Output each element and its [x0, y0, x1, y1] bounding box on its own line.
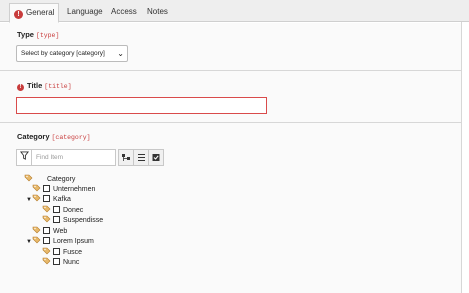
type-label-text: Type: [17, 30, 34, 39]
title-input[interactable]: [16, 97, 267, 114]
tree-root-label: Category: [46, 176, 76, 183]
type-select[interactable]: Select by category [category] ⌄: [16, 45, 128, 62]
tree-item-label: Web: [53, 228, 68, 235]
tree-root: Category: [24, 174, 75, 184]
type-select-value: Select by category [category]: [21, 50, 105, 57]
tab-access[interactable]: Access: [107, 3, 141, 22]
tab-access-label: Access: [111, 7, 137, 16]
tree-item-label: Nunc: [63, 259, 80, 266]
tab-language[interactable]: Language: [63, 3, 107, 22]
type-field-key: [type]: [35, 32, 60, 39]
tree-item-label: Suspendisse: [63, 217, 104, 224]
expand-all-button[interactable]: [118, 149, 134, 166]
category-icon: [42, 205, 51, 213]
tree-checkbox[interactable]: [43, 227, 50, 234]
tree-item-label: Donec: [63, 207, 84, 214]
category-icon: [32, 226, 41, 234]
error-icon: !: [17, 84, 24, 91]
tree-filter: Find Item: [16, 149, 116, 166]
category-icon: [32, 194, 41, 202]
category-icon: [32, 236, 41, 244]
tree-item-nunc[interactable]: Nunc: [42, 257, 79, 267]
title-field-key: [title]: [44, 83, 72, 90]
category-icon: [24, 174, 33, 182]
category-label-text: Category: [17, 132, 50, 141]
tab-bar: ! General Language Access Notes: [0, 0, 469, 23]
tree-item-label: Lorem Ipsum: [53, 238, 94, 245]
tree-item-suspendisse[interactable]: Suspendisse: [42, 215, 103, 225]
title-field-label: ! Title [title]: [17, 81, 72, 91]
tree-item-label: Kafka: [53, 196, 71, 203]
tree-toolbar: [118, 149, 164, 166]
tab-notes[interactable]: Notes: [143, 3, 172, 22]
tree-checkbox[interactable]: [53, 206, 60, 213]
show-selected-button[interactable]: [148, 149, 164, 166]
filter-icon[interactable]: [17, 150, 32, 165]
filter-input[interactable]: Find Item: [36, 150, 63, 165]
tree-checkbox[interactable]: [53, 248, 60, 255]
collapse-all-button[interactable]: [133, 149, 149, 166]
type-field-label: Type [type]: [17, 30, 59, 39]
tree-checkbox[interactable]: [43, 195, 50, 202]
title-label-text: Title: [27, 81, 43, 90]
tree-checkbox[interactable]: [43, 185, 50, 192]
tab-general-label: General: [26, 8, 55, 17]
tree-item-label: Unternehmen: [53, 186, 96, 193]
tree-item-unternehmen[interactable]: Unternehmen: [32, 184, 95, 194]
panel-border: [461, 22, 462, 293]
tree-checkbox[interactable]: [53, 216, 60, 223]
tree-item-fusce[interactable]: Fusce: [42, 247, 82, 257]
list-icon: [138, 154, 145, 161]
checkbox-checked-icon: [152, 154, 160, 161]
tree-item-kafka[interactable]: ▼ Kafka: [26, 194, 71, 204]
tab-general[interactable]: ! General: [9, 3, 60, 23]
tree-item-lorem-ipsum[interactable]: ▼ Lorem Ipsum: [26, 236, 94, 246]
category-icon: [42, 247, 51, 255]
tab-notes-label: Notes: [147, 7, 168, 16]
tab-language-label: Language: [67, 7, 103, 16]
chevron-down-icon: ⌄: [117, 49, 124, 58]
tree-item-web[interactable]: Web: [32, 226, 67, 236]
category-icon: [42, 215, 51, 223]
category-field-key: [category]: [51, 134, 91, 141]
tree-checkbox[interactable]: [53, 258, 60, 265]
expand-tree-icon: [122, 154, 130, 161]
category-icon: [32, 184, 41, 192]
tree-checkbox[interactable]: [43, 237, 50, 244]
category-field-label: Category [category]: [17, 132, 91, 141]
tree-item-label: Fusce: [63, 249, 83, 256]
error-icon: !: [14, 10, 23, 19]
category-icon: [42, 257, 51, 265]
tree-item-donec[interactable]: Donec: [42, 205, 83, 215]
